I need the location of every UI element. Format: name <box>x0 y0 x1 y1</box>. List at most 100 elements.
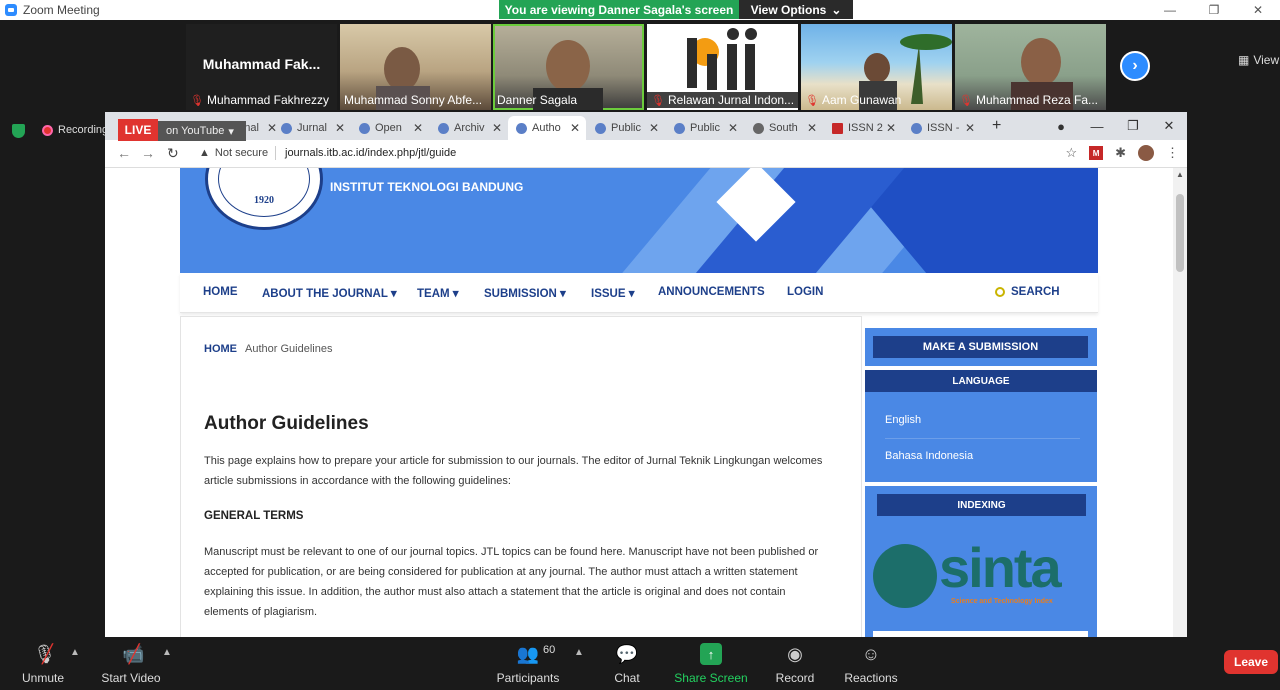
mic-muted-icon: 🎙 <box>959 94 973 107</box>
record-dot-icon <box>42 124 53 136</box>
close-tab-icon[interactable]: ✕ <box>413 121 423 135</box>
window-controls: — ❐ ✕ <box>1148 0 1280 20</box>
tab-label: Archiv <box>454 122 485 134</box>
video-options-caret-icon[interactable]: ▲ <box>162 647 172 658</box>
browser-tab-active[interactable]: Autho ✕ <box>508 116 586 140</box>
chat-icon: 💬 <box>615 643 639 664</box>
nav-about[interactable]: ABOUT THE JOURNAL ▾ <box>262 286 397 300</box>
video-tile[interactable]: Muhammad Sonny Abfe... <box>340 24 491 110</box>
page-scrollbar[interactable]: ▲ <box>1173 168 1187 637</box>
itb-seal-logo[interactable]: 1920 <box>205 168 323 230</box>
extensions-puzzle-icon[interactable]: ✱ <box>1115 145 1126 161</box>
browser-tab[interactable]: South ✕ <box>745 116 823 140</box>
more-menu-icon[interactable]: ⋮ <box>1166 145 1179 161</box>
video-tile-active-speaker[interactable]: Danner Sagala <box>493 24 644 110</box>
video-strip: Muhammad Fak... 🎙 Muhammad Fakhrezzy Muha… <box>0 20 1280 112</box>
reload-icon[interactable]: ↻ <box>167 145 179 162</box>
video-tile[interactable]: 🎙 Aam Gunawan <box>801 24 952 110</box>
profile-avatar[interactable] <box>1138 145 1154 161</box>
restore-button[interactable]: ❐ <box>1192 0 1236 20</box>
language-indonesia[interactable]: Bahasa Indonesia <box>885 450 973 462</box>
video-tile[interactable]: 🎙 Muhammad Reza Fa... <box>955 24 1106 110</box>
reactions-button[interactable]: ☺ Reactions <box>831 643 911 686</box>
scrollbar-thumb[interactable] <box>1176 194 1184 272</box>
video-tile[interactable]: Muhammad Fak... 🎙 Muhammad Fakhrezzy <box>186 24 337 110</box>
scroll-up-icon[interactable]: ▲ <box>1176 170 1184 179</box>
share-screen-button[interactable]: ↑ Share Screen <box>671 643 751 685</box>
start-video-button[interactable]: 📹 ╱ Start Video <box>91 643 171 686</box>
sinta-logo[interactable]: sinta Science and Technology Index <box>873 536 1088 608</box>
nav-login[interactable]: LOGIN <box>787 286 823 298</box>
search-link[interactable]: SEARCH <box>995 286 1060 298</box>
view-options-button[interactable]: View Options ⌄ <box>739 0 853 19</box>
browser-minimize-button[interactable]: — <box>1079 112 1115 140</box>
mendeley-extension-icon[interactable]: M <box>1089 146 1104 160</box>
nav-announcements[interactable]: ANNOUNCEMENTS <box>658 286 765 298</box>
chevron-down-icon: ⌄ <box>831 2 842 17</box>
minimize-button[interactable]: — <box>1148 0 1192 20</box>
leave-button[interactable]: Leave <box>1224 650 1278 674</box>
close-tab-icon[interactable]: ✕ <box>492 121 502 135</box>
url-field[interactable]: journals.itb.ac.id/index.php/jtl/guide <box>285 147 456 159</box>
audio-options-caret-icon[interactable]: ▲ <box>70 647 80 658</box>
browser-close-button[interactable]: ✕ <box>1151 112 1187 140</box>
make-submission-button[interactable]: MAKE A SUBMISSION <box>873 336 1088 358</box>
security-warning[interactable]: ▲ Not secure <box>199 147 268 159</box>
browser-tab[interactable]: Public ✕ <box>666 116 744 140</box>
nav-home[interactable]: HOME <box>203 286 238 298</box>
breadcrumb-home[interactable]: HOME <box>204 343 237 355</box>
tile-name-text: Aam Gunawan <box>821 93 902 107</box>
browser-tab[interactable]: Archiv ✕ <box>430 116 508 140</box>
back-icon[interactable]: ← <box>117 145 131 161</box>
nav-team[interactable]: TEAM ▾ <box>417 286 459 300</box>
tile-name: 🎙 Aam Gunawan <box>801 92 952 108</box>
close-tab-icon[interactable]: ✕ <box>728 121 738 135</box>
language-heading: LANGUAGE <box>865 370 1097 392</box>
view-button[interactable]: ▦ View <box>1238 53 1279 67</box>
record-button[interactable]: ◉ Record <box>755 643 835 686</box>
participants-count: 60 <box>543 644 556 656</box>
browser-restore-button[interactable]: ❐ <box>1115 112 1151 140</box>
close-tab-icon[interactable]: ✕ <box>886 121 896 135</box>
forward-icon[interactable]: → <box>141 145 155 161</box>
next-page-arrow-icon[interactable]: › <box>1120 51 1150 81</box>
meeting-toolbar: 🎙 ╱ Unmute ▲ 📹 ╱ Start Video ▲ 👥 Participa… <box>0 637 1280 690</box>
close-tab-icon[interactable]: ✕ <box>965 121 975 135</box>
view-label: View <box>1253 53 1280 67</box>
close-tab-icon[interactable]: ✕ <box>570 121 580 135</box>
submission-block: MAKE A SUBMISSION <box>865 328 1097 366</box>
bookmark-star-icon[interactable]: ☆ <box>1065 145 1077 161</box>
browser-tab[interactable]: Public ✕ <box>587 116 665 140</box>
chat-button[interactable]: 💬 Chat <box>587 643 667 686</box>
video-tile[interactable]: 🎙 Relawan Jurnal Indon... <box>647 24 798 110</box>
record-circle-icon[interactable]: ● <box>1043 112 1079 140</box>
recording-indicator[interactable]: Recording <box>42 124 108 136</box>
search-label: SEARCH <box>1011 286 1060 298</box>
tile-name: 🎙 Relawan Jurnal Indon... <box>647 92 798 108</box>
participants-button[interactable]: 👥 Participants <box>488 643 568 686</box>
nav-label: TEAM <box>417 288 450 300</box>
close-button[interactable]: ✕ <box>1236 0 1280 20</box>
live-badge[interactable]: LIVE <box>118 119 158 141</box>
language-english[interactable]: English <box>885 414 921 426</box>
participants-caret-icon[interactable]: ▲ <box>574 647 584 658</box>
sidebar: MAKE A SUBMISSION LANGUAGE English Bahas… <box>865 328 1097 637</box>
tile-name: Muhammad Sonny Abfe... <box>340 92 491 108</box>
youtube-live-dropdown[interactable]: on YouTube ▾ <box>158 121 246 141</box>
nav-issue[interactable]: ISSUE ▾ <box>591 286 635 300</box>
security-shield-icon[interactable] <box>12 124 25 138</box>
close-tab-icon[interactable]: ✕ <box>807 121 817 135</box>
browser-tab[interactable]: Jurnal ✕ <box>273 116 351 140</box>
tab-label: Open <box>375 122 402 134</box>
browser-tab[interactable]: ISSN - ✕ <box>903 116 981 140</box>
nav-submission[interactable]: SUBMISSION ▾ <box>484 286 566 300</box>
browser-tab[interactable]: Open ✕ <box>351 116 429 140</box>
tab-label: Public <box>611 122 641 134</box>
close-tab-icon[interactable]: ✕ <box>649 121 659 135</box>
site-icon <box>595 122 606 134</box>
new-tab-button[interactable]: + <box>992 117 1001 135</box>
grid-icon: ▦ <box>1238 53 1250 67</box>
globe-icon <box>753 122 764 134</box>
browser-tab[interactable]: ISSN 2 ✕ <box>824 116 902 140</box>
close-tab-icon[interactable]: ✕ <box>335 121 345 135</box>
